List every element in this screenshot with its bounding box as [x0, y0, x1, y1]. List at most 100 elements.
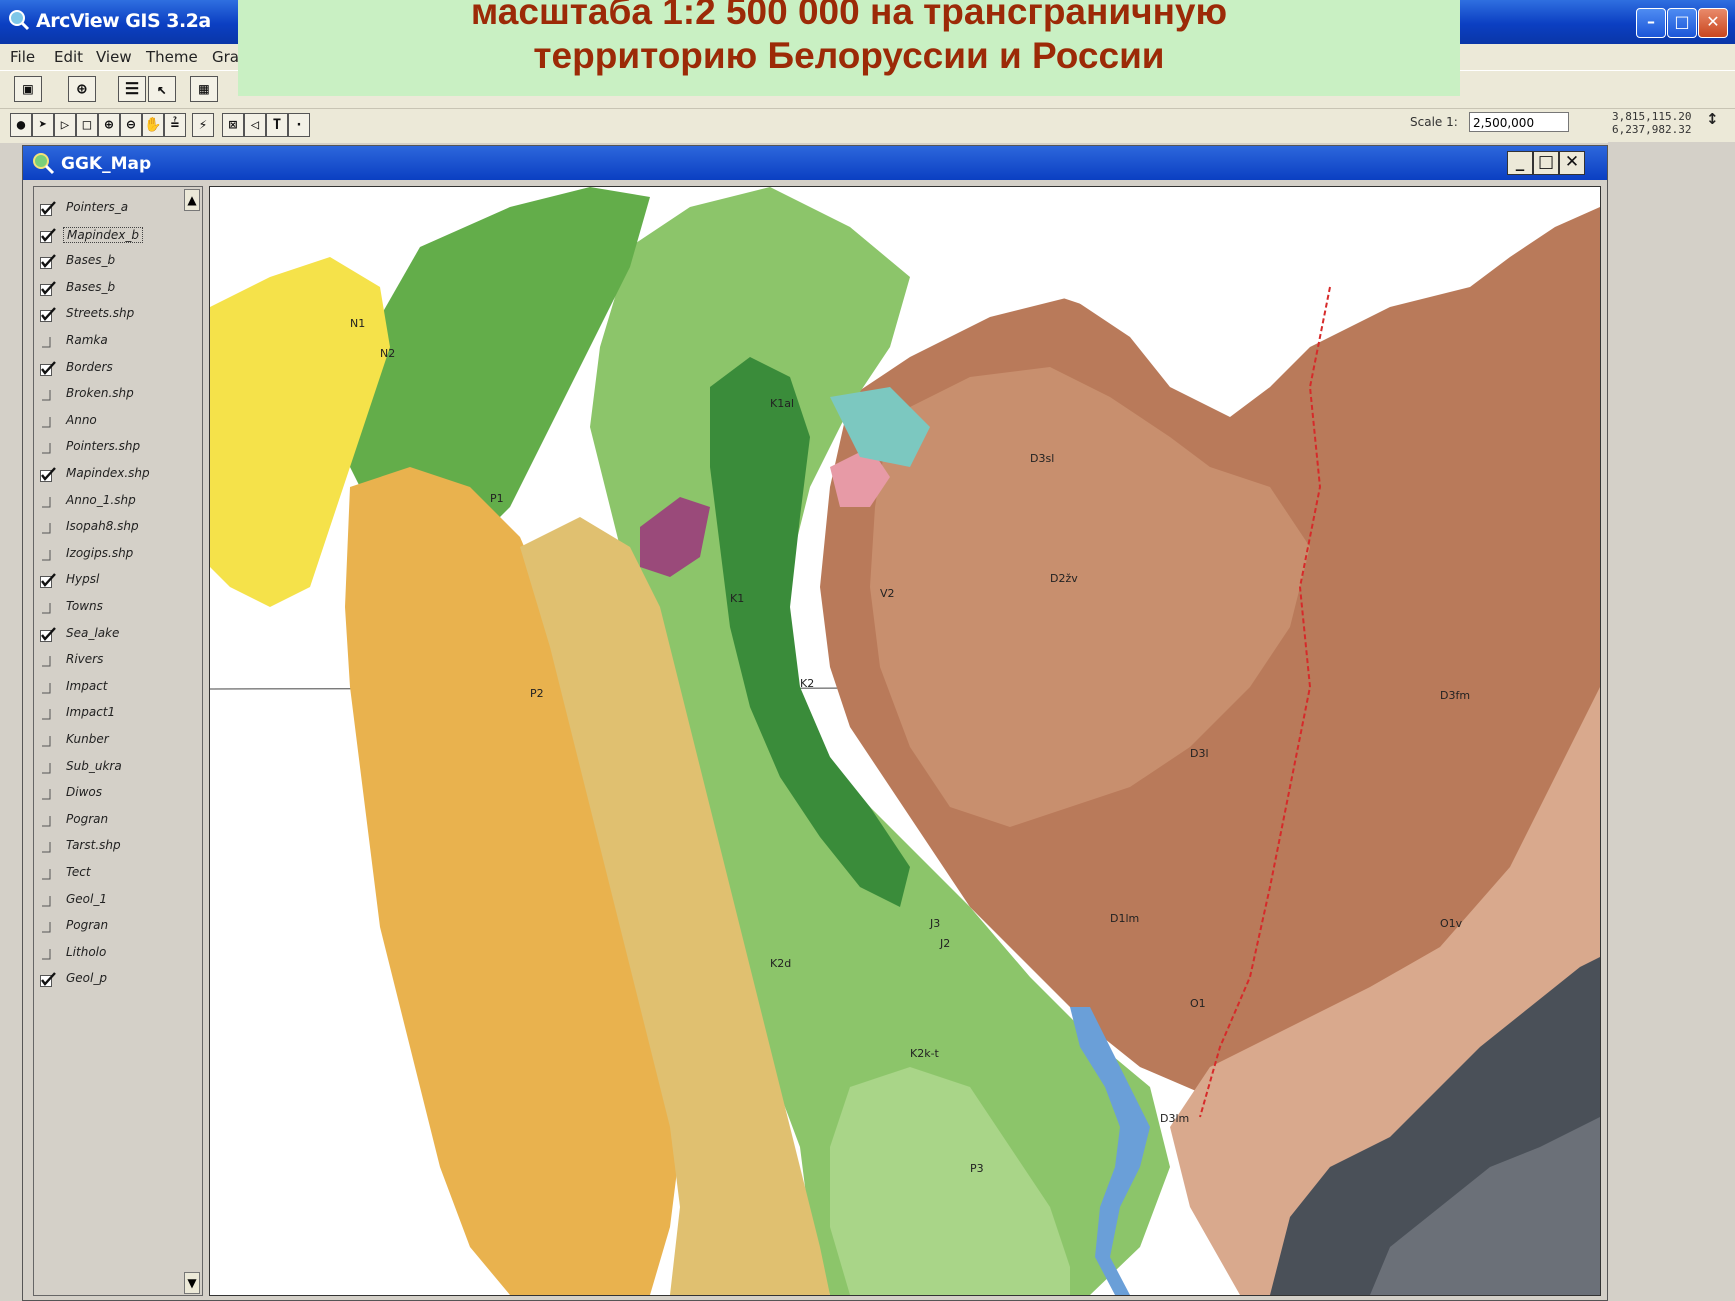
- layer-checkbox-unchecked[interactable]: [40, 414, 53, 428]
- pan-hand-icon[interactable]: ✋: [142, 113, 164, 137]
- layer-item[interactable]: Bases_b: [34, 248, 184, 274]
- close-button[interactable]: ✕: [1698, 8, 1728, 38]
- pointer-tool-icon[interactable]: ➤: [32, 113, 54, 137]
- layer-item[interactable]: Sea_lake: [34, 621, 184, 647]
- geological-map[interactable]: D3fm D3l D2žv D3sl K1 K2 K1al P1 P2 N1 J3 O1 V2 K2d D1…: [210, 187, 1600, 1295]
- layer-checkbox-checked[interactable]: [40, 280, 56, 296]
- identify-tool-icon[interactable]: ●: [10, 113, 32, 137]
- save-project-icon[interactable]: ▣: [14, 76, 42, 102]
- open-attribute-table-icon[interactable]: ▦: [190, 76, 218, 102]
- hotlink-icon[interactable]: ⚡: [192, 113, 214, 137]
- layer-item[interactable]: Impact1: [34, 700, 184, 726]
- layer-item[interactable]: Sub_ukra: [34, 754, 184, 780]
- vertex-edit-icon[interactable]: ▷: [54, 113, 76, 137]
- layer-item[interactable]: Litholo: [34, 940, 184, 966]
- layer-item[interactable]: Mapindex.shp: [34, 461, 184, 487]
- layer-item[interactable]: Kunber: [34, 727, 184, 753]
- layer-checkbox-unchecked[interactable]: [40, 866, 53, 880]
- layer-checkbox-checked[interactable]: [40, 467, 56, 482]
- layer-checkbox-unchecked[interactable]: [40, 680, 53, 694]
- layer-item[interactable]: Pointers_a: [34, 195, 184, 221]
- layer-item[interactable]: Tect: [34, 860, 184, 886]
- map-display[interactable]: D3fm D3l D2žv D3sl K1 K2 K1al P1 P2 N1 J3 O1 V2 K2d D1…: [209, 186, 1601, 1296]
- layer-item[interactable]: Anno_1.shp: [34, 488, 184, 514]
- maximize-button[interactable]: □: [1667, 8, 1697, 38]
- layer-checkbox-checked[interactable]: [40, 227, 56, 243]
- menu-graphics[interactable]: Gra: [212, 48, 239, 66]
- layer-item[interactable]: Geol_p: [34, 966, 184, 992]
- view-title-bar[interactable]: GGK_Map _ □ ✕: [23, 146, 1607, 180]
- zoom-in-icon[interactable]: ⊕: [98, 113, 120, 137]
- map-unit-label: P1: [490, 492, 504, 505]
- layer-checkbox-unchecked[interactable]: [40, 839, 53, 853]
- layer-item[interactable]: Towns: [34, 594, 184, 620]
- zoom-out-icon[interactable]: ⊖: [120, 113, 142, 137]
- layer-item[interactable]: Izogips.shp: [34, 541, 184, 567]
- layer-checkbox-unchecked[interactable]: [40, 520, 53, 534]
- layer-name: Geol_p: [66, 971, 107, 986]
- layer-item[interactable]: Bases_b: [34, 275, 184, 301]
- layer-checkbox-unchecked[interactable]: [40, 760, 53, 774]
- layer-checkbox-unchecked[interactable]: [40, 334, 53, 348]
- layer-checkbox-checked[interactable]: [40, 307, 56, 323]
- layer-checkbox-unchecked[interactable]: [40, 919, 53, 933]
- layer-checkbox-unchecked[interactable]: [40, 946, 53, 960]
- view-minimize-button[interactable]: _: [1507, 151, 1533, 175]
- layer-item[interactable]: Rivers: [34, 647, 184, 673]
- menu-file[interactable]: File: [10, 48, 35, 66]
- area-of-interest-icon[interactable]: ⊠: [222, 113, 244, 137]
- layer-checkbox-checked[interactable]: [40, 360, 56, 376]
- layer-checkbox-unchecked[interactable]: [40, 440, 53, 454]
- layer-checkbox-checked[interactable]: [40, 626, 56, 642]
- menu-theme[interactable]: Theme: [146, 48, 198, 66]
- layer-item[interactable]: Pointers.shp: [34, 434, 184, 460]
- layer-item[interactable]: Broken.shp: [34, 381, 184, 407]
- draw-point-icon[interactable]: ·: [288, 113, 310, 137]
- layer-checkbox-checked[interactable]: [40, 972, 56, 988]
- menu-edit[interactable]: Edit: [54, 48, 83, 66]
- toc-scroll-down-button[interactable]: ▼: [184, 1272, 200, 1294]
- layer-item[interactable]: Impact: [34, 674, 184, 700]
- edit-legend-icon[interactable]: ↖: [148, 76, 176, 102]
- layer-checkbox-checked[interactable]: [40, 254, 56, 270]
- layer-item[interactable]: Mapindex_b: [34, 222, 184, 248]
- text-tool-icon[interactable]: T: [266, 113, 288, 137]
- layer-checkbox-unchecked[interactable]: [40, 653, 53, 667]
- layer-checkbox-unchecked[interactable]: [40, 387, 53, 401]
- layer-item[interactable]: Pogran: [34, 807, 184, 833]
- layer-item[interactable]: Pogran: [34, 913, 184, 939]
- layer-checkbox-unchecked[interactable]: [40, 547, 53, 561]
- measure-icon[interactable]: ≟: [164, 113, 186, 137]
- layer-checkbox-unchecked[interactable]: [40, 813, 53, 827]
- layer-item[interactable]: Tarst.shp: [34, 833, 184, 859]
- layer-item[interactable]: Ramka: [34, 328, 184, 354]
- view-maximize-button[interactable]: □: [1533, 151, 1559, 175]
- layer-item[interactable]: Geol_1: [34, 887, 184, 913]
- add-theme-icon[interactable]: ⊕: [68, 76, 96, 102]
- layer-checkbox-unchecked[interactable]: [40, 494, 53, 508]
- app-title: ArcView GIS 3.2a: [36, 10, 211, 32]
- layer-checkbox-unchecked[interactable]: [40, 733, 53, 747]
- layer-item[interactable]: Anno: [34, 408, 184, 434]
- label-tool-icon[interactable]: ◁: [244, 113, 266, 137]
- layer-item[interactable]: Diwos: [34, 780, 184, 806]
- layer-checkbox-unchecked[interactable]: [40, 706, 53, 720]
- toc-scroll-up-button[interactable]: ▲: [184, 189, 200, 211]
- layer-item[interactable]: Borders: [34, 355, 184, 381]
- layer-item[interactable]: Hypsl: [34, 567, 184, 593]
- layer-name: Towns: [66, 599, 103, 613]
- layer-checkbox-unchecked[interactable]: [40, 600, 53, 614]
- layer-item[interactable]: Streets.shp: [34, 301, 184, 327]
- view-close-button[interactable]: ✕: [1559, 151, 1585, 175]
- scale-input[interactable]: 2,500,000: [1469, 112, 1569, 132]
- theme-properties-icon[interactable]: ☰: [118, 76, 146, 102]
- view-title: GGK_Map: [61, 154, 152, 174]
- select-feature-icon[interactable]: □: [76, 113, 98, 137]
- layer-checkbox-unchecked[interactable]: [40, 786, 53, 800]
- layer-checkbox-checked[interactable]: [40, 201, 56, 216]
- layer-checkbox-checked[interactable]: [40, 573, 56, 589]
- minimize-button[interactable]: –: [1636, 8, 1666, 38]
- layer-item[interactable]: Isopah8.shp: [34, 514, 184, 540]
- layer-checkbox-unchecked[interactable]: [40, 893, 53, 907]
- menu-view[interactable]: View: [96, 48, 132, 66]
